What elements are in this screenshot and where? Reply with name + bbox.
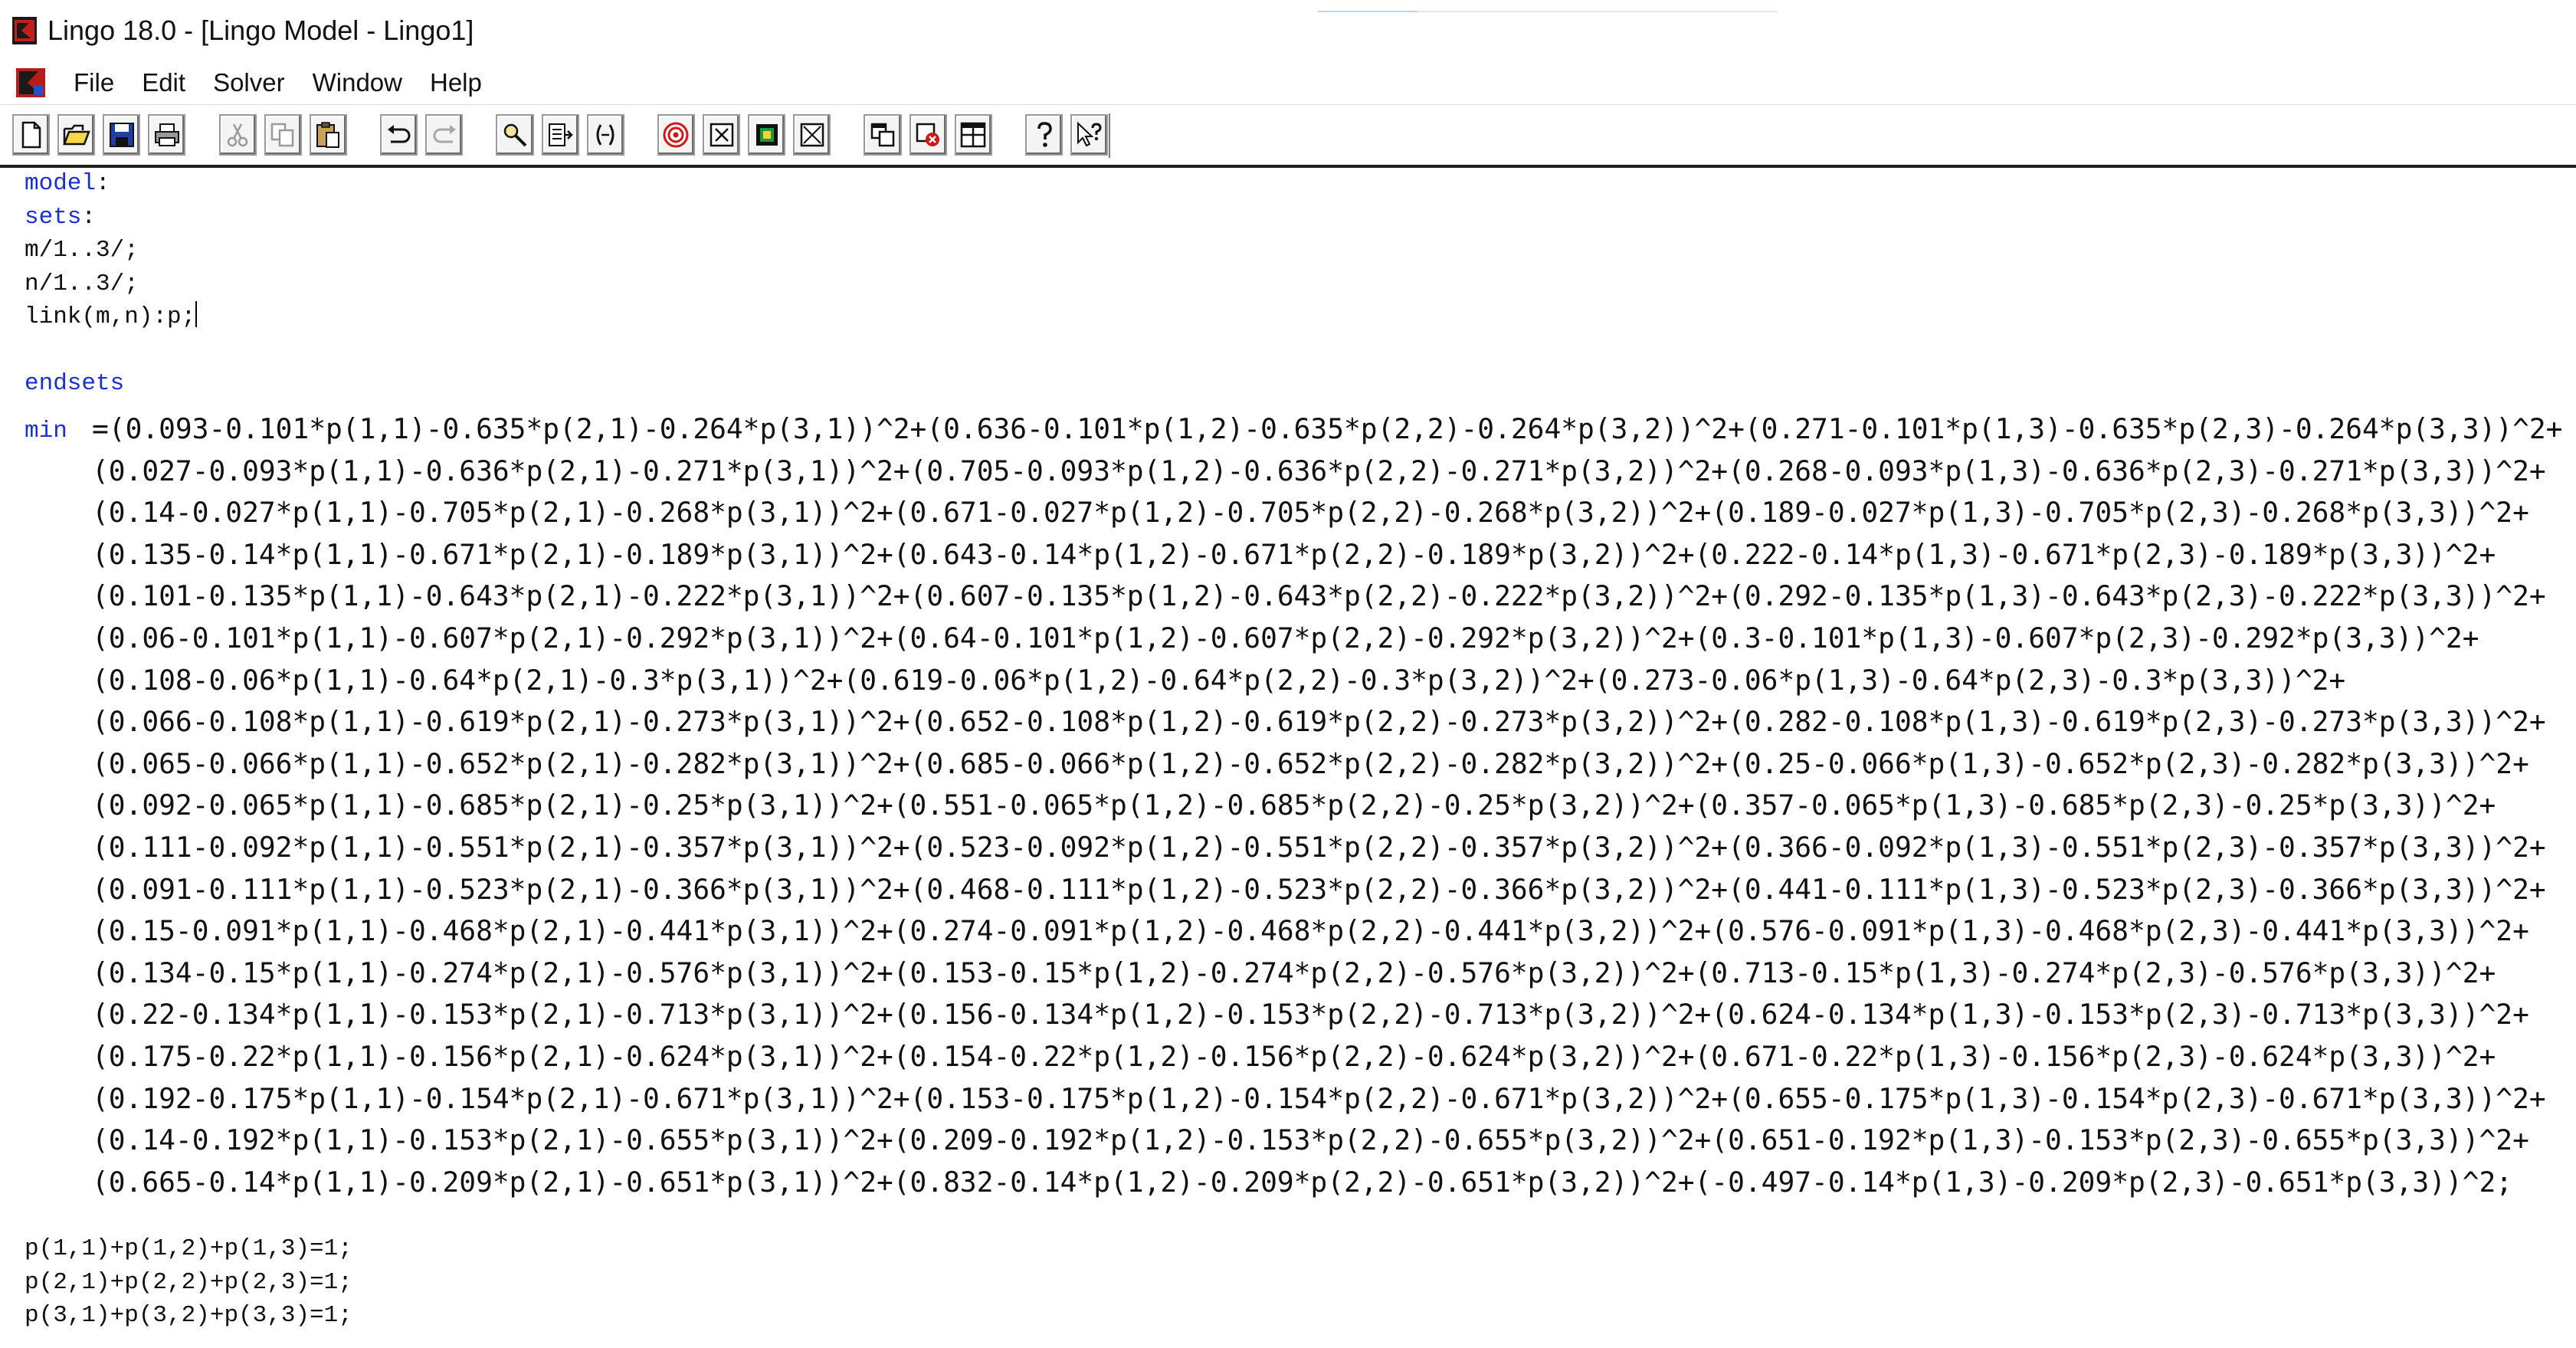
keyword-endsets: endsets — [25, 370, 125, 397]
solve-button[interactable] — [657, 114, 695, 156]
titlebar-highlight — [1318, 11, 1417, 12]
send-to-back-icon — [870, 123, 895, 147]
document-icon[interactable] — [15, 67, 46, 98]
objective-line: (0.108-0.06*p(1,1)-0.64*p(2,1)-0.3*p(3,1… — [92, 663, 2346, 697]
tile-button[interactable] — [954, 114, 992, 156]
objective-line: (0.134-0.15*p(1,1)-0.274*p(2,1)-0.576*p(… — [92, 956, 2496, 989]
code-text: n/1..3/; — [25, 270, 139, 297]
objective-line: (0.092-0.065*p(1,1)-0.685*p(2,1)-0.25*p(… — [92, 789, 2496, 822]
cut-icon — [227, 123, 248, 147]
keyword-sets: sets — [25, 203, 82, 231]
paste-button[interactable] — [309, 114, 347, 156]
close-window-button[interactable] — [909, 114, 947, 156]
objective-line: (0.06-0.101*p(1,1)-0.607*p(2,1)-0.292*p(… — [92, 621, 2479, 654]
goto-line-button[interactable] — [541, 114, 579, 156]
matrix-picture-icon — [755, 124, 778, 146]
paste-icon — [316, 122, 340, 148]
cut-button[interactable] — [218, 114, 257, 156]
code-text: : — [96, 170, 110, 197]
solution-icon — [710, 123, 733, 147]
new-file-button[interactable] — [12, 114, 51, 156]
help-pointer-button[interactable] — [1070, 114, 1109, 156]
goto-line-icon — [549, 123, 573, 146]
objective-line: (0.22-0.134*p(1,1)-0.153*p(2,1)-0.713*p(… — [92, 998, 2529, 1031]
objective-line: =(0.093-0.101*p(1,1)-0.635*p(2,1)-0.264*… — [92, 412, 2563, 445]
menu-bar: File Edit Solver Window Help — [0, 61, 2576, 105]
matrix-picture-button[interactable] — [748, 114, 786, 156]
objective-line: (0.066-0.108*p(1,1)-0.619*p(2,1)-0.273*p… — [92, 705, 2546, 739]
copy-button[interactable] — [264, 114, 302, 156]
code-header[interactable]: model: sets: m/1..3/; n/1..3/; link(m,n)… — [25, 167, 198, 401]
find-icon — [503, 123, 527, 147]
menu-window[interactable]: Window — [313, 68, 402, 97]
toolbar — [12, 110, 1116, 159]
toolbar-divider — [0, 165, 2576, 168]
objective-line: (0.135-0.14*p(1,1)-0.671*p(2,1)-0.189*p(… — [92, 537, 2496, 571]
find-button[interactable] — [496, 114, 534, 156]
redo-button[interactable] — [425, 114, 464, 156]
code-line: m/1..3/; — [25, 237, 139, 264]
code-line: endsets — [25, 370, 124, 397]
code-line: model: — [25, 170, 110, 197]
objective-line: (0.15-0.091*p(1,1)-0.468*p(2,1)-0.441*p(… — [92, 914, 2529, 948]
menu-help[interactable]: Help — [430, 68, 482, 97]
match-parenthesis-icon — [596, 124, 615, 146]
tile-icon — [960, 122, 986, 148]
objective-line: (0.111-0.092*p(1,1)-0.551*p(2,1)-0.357*p… — [92, 830, 2546, 864]
code-text: link(m,n):p; — [25, 303, 196, 330]
constraint-line: p(1,1)+p(1,2)+p(1,3)=1; — [25, 1235, 352, 1262]
print-button[interactable] — [148, 114, 186, 156]
save-icon — [109, 123, 134, 147]
code-text: m/1..3/; — [25, 237, 139, 264]
objective-line: (0.027-0.093*p(1,1)-0.636*p(2,1)-0.271*p… — [92, 454, 2546, 487]
objective-line: (0.14-0.192*p(1,1)-0.153*p(2,1)-0.655*p(… — [92, 1123, 2529, 1157]
undo-button[interactable] — [380, 114, 418, 156]
close-all-button[interactable] — [793, 114, 831, 156]
menu-file[interactable]: File — [74, 68, 114, 97]
objective-line: (0.101-0.135*p(1,1)-0.643*p(2,1)-0.222*p… — [92, 579, 2546, 613]
solve-icon — [663, 122, 689, 148]
open-folder-icon — [62, 124, 90, 146]
window-title: Lingo 18.0 - [Lingo Model - Lingo1] — [48, 15, 474, 46]
constraints-block[interactable]: p(1,1)+p(1,2)+p(1,3)=1; p(2,1)+p(2,2)+p(… — [25, 1232, 352, 1333]
toolbar-edge — [1109, 113, 1110, 158]
objective-line: (0.192-0.175*p(1,1)-0.154*p(2,1)-0.671*p… — [92, 1081, 2546, 1115]
copy-icon — [270, 123, 294, 147]
constraint-line: p(2,1)+p(2,2)+p(2,3)=1; — [25, 1268, 352, 1296]
keyword-model: model — [25, 170, 97, 197]
title-bar: Lingo 18.0 - [Lingo Model - Lingo1] — [0, 0, 2576, 62]
print-icon — [154, 123, 179, 146]
menu-edit[interactable]: Edit — [142, 68, 185, 97]
solution-button[interactable] — [703, 114, 741, 156]
objective-line: (0.091-0.111*p(1,1)-0.523*p(2,1)-0.366*p… — [92, 872, 2546, 906]
menu-solver[interactable]: Solver — [213, 68, 285, 97]
close-icon — [916, 123, 940, 146]
code-line: link(m,n):p; — [25, 301, 198, 330]
objective-line: (0.175-0.22*p(1,1)-0.156*p(2,1)-0.624*p(… — [92, 1039, 2496, 1073]
help-pointer-icon — [1077, 121, 1102, 147]
code-line: sets: — [25, 204, 96, 231]
objective-line: (0.065-0.066*p(1,1)-0.652*p(2,1)-0.282*p… — [92, 746, 2529, 780]
objective-line: (0.14-0.027*p(1,1)-0.705*p(2,1)-0.268*p(… — [92, 496, 2529, 530]
code-text: : — [81, 203, 97, 231]
new-file-icon — [21, 121, 41, 149]
help-icon — [1037, 122, 1052, 147]
lingo-app-icon[interactable] — [11, 15, 38, 46]
open-button[interactable] — [57, 114, 96, 156]
text-cursor — [195, 301, 198, 327]
save-button[interactable] — [103, 114, 141, 156]
undo-icon — [387, 125, 410, 143]
help-button[interactable] — [1024, 114, 1064, 156]
objective-function[interactable]: =(0.093-0.101*p(1,1)-0.635*p(2,1)-0.264*… — [92, 408, 2562, 1203]
send-to-back-button[interactable] — [864, 114, 902, 156]
objective-line: (0.665-0.14*p(1,1)-0.209*p(2,1)-0.651*p(… — [92, 1165, 2513, 1199]
code-line: n/1..3/; — [25, 271, 139, 297]
constraint-line: p(3,1)+p(3,2)+p(3,3)=1; — [25, 1302, 352, 1329]
match-parenthesis-button[interactable] — [586, 114, 624, 156]
redo-icon — [433, 125, 456, 143]
close-all-icon — [800, 123, 824, 147]
keyword-min: min — [25, 418, 67, 444]
